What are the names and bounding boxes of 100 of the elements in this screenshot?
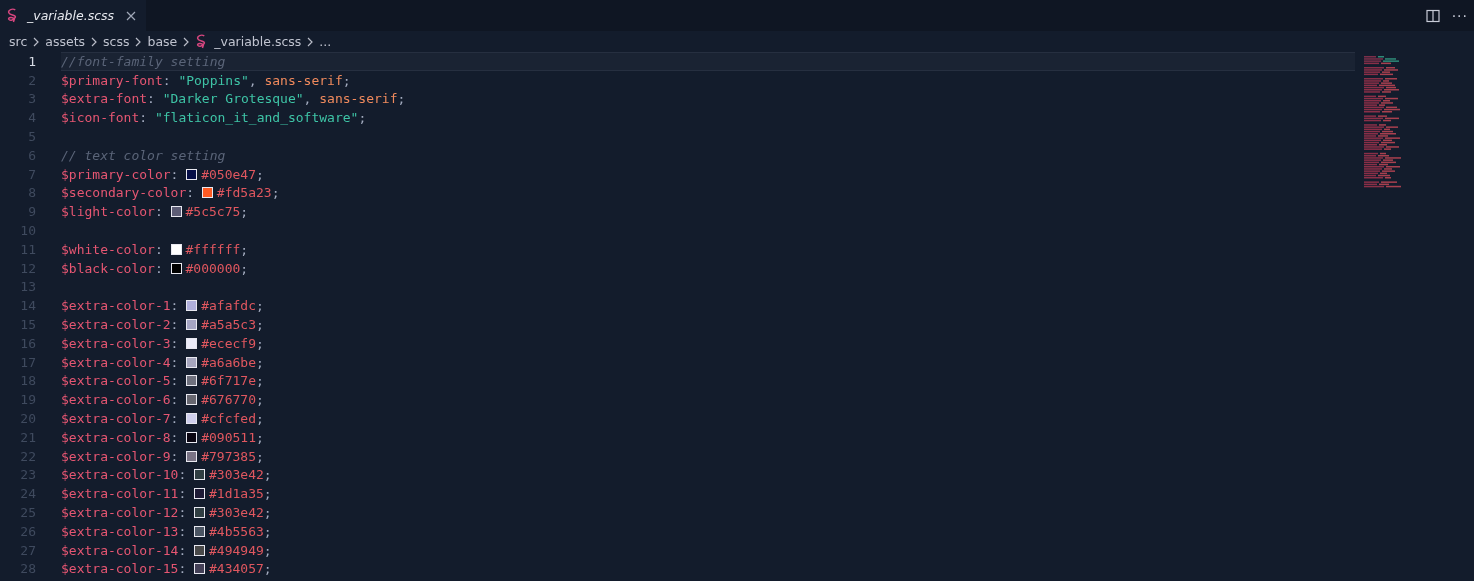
punctuation: ; [256,166,264,182]
punctuation: : [170,429,179,445]
string-value: "Darker Grotesque" [162,91,304,107]
variable-name: $light-color [61,204,155,220]
breadcrumb-item[interactable]: assets [45,34,86,49]
code-comment: // text color setting [61,147,226,163]
punctuation: : [186,185,195,201]
punctuation: : [170,411,179,427]
chevron-icon [135,36,142,47]
color-swatch[interactable] [186,413,198,425]
punctuation: : [154,241,163,257]
punctuation: : [154,204,163,220]
code-comment: //font-family setting [61,53,226,69]
color-swatch[interactable] [194,544,206,556]
punctuation: ; [263,561,272,577]
punctuation: ; [342,72,351,88]
punctuation: , [303,91,312,107]
color-swatch[interactable] [186,450,198,462]
punctuation: ; [256,392,264,408]
color-value: #cfcfed [201,411,256,427]
color-value: #a6a6be [201,354,256,370]
color-swatch[interactable] [186,375,198,387]
variable-name: $extra-color-1 [61,298,171,314]
color-swatch[interactable] [186,319,198,331]
font-keyword: sans-serif [319,91,398,107]
variable-name: $extra-color-7 [61,411,171,427]
variable-name: $extra-color-4 [61,354,171,370]
punctuation: : [170,448,179,464]
color-value: #090511 [201,429,256,445]
punctuation: ; [263,523,272,539]
variable-name: $extra-color-15 [61,561,179,577]
color-swatch[interactable] [170,243,182,255]
breadcrumb-item[interactable]: _variable.scss [214,34,302,49]
punctuation: ; [358,110,367,126]
variable-name: $primary-font [61,72,163,88]
color-value: #6f717e [201,373,256,389]
punctuation: ; [256,429,264,445]
variable-name: $extra-color-8 [61,429,171,445]
string-value: "Poppins" [178,72,249,88]
punctuation: : [178,505,187,520]
breadcrumb-item[interactable]: src [9,34,28,49]
color-value: #4b5563 [209,523,264,539]
variable-name: $extra-color-11 [61,486,179,502]
color-value: #000000 [185,260,241,276]
color-swatch[interactable] [170,262,182,274]
variable-name: $extra-font [61,91,148,107]
more-actions-button[interactable]: ··· [1451,7,1468,24]
punctuation: ; [263,542,272,558]
punctuation: : [147,91,155,107]
color-value: #ffffff [185,241,241,257]
color-value: #494949 [209,542,264,558]
color-swatch[interactable] [194,488,206,500]
punctuation: ; [240,260,249,276]
color-swatch[interactable] [186,394,198,406]
color-value: #434057 [209,561,264,577]
color-swatch[interactable] [186,356,198,368]
chevron-icon [91,36,98,47]
variable-name: $primary-color [61,166,171,182]
punctuation: ; [397,91,406,107]
breadcrumb-item[interactable]: base [147,34,178,49]
sass-icon [6,8,19,23]
variable-name: $extra-color-12 [61,505,179,520]
close-icon[interactable] [126,10,137,21]
color-swatch[interactable] [194,525,206,537]
punctuation: : [170,317,179,333]
punctuation: : [178,561,187,577]
color-value: #303e42 [209,505,264,520]
variable-name: $extra-color-14 [61,542,179,558]
chevron-icon [33,36,40,47]
breadcrumb-item[interactable]: ... [319,34,332,49]
color-swatch[interactable] [186,300,198,312]
punctuation: : [170,392,179,408]
line-number: 1 [27,53,36,69]
punctuation: ; [263,486,272,502]
punctuation: ; [240,204,249,220]
punctuation: ; [256,448,264,464]
variable-name: $extra-color-2 [61,317,171,333]
color-value: #1d1a35 [209,486,264,502]
editor-tab[interactable]: _variable.scss [0,0,147,31]
color-swatch[interactable] [186,168,198,180]
color-swatch[interactable] [201,187,213,199]
variable-name: $extra-color-10 [61,467,179,483]
chevron-icon [183,36,190,47]
color-value: #ececf9 [201,335,256,351]
punctuation: ; [256,335,264,351]
split-editor-icon[interactable] [1425,8,1440,23]
breadcrumb-item[interactable]: scss [103,34,130,49]
variable-name: $white-color [61,241,155,257]
punctuation: , [248,72,257,88]
color-swatch[interactable] [194,507,206,518]
punctuation: : [178,467,187,483]
color-swatch[interactable] [186,431,198,443]
color-swatch[interactable] [194,469,206,481]
color-swatch[interactable] [194,563,206,575]
color-swatch[interactable] [186,337,198,349]
variable-name: $extra-color-13 [61,523,179,539]
chevron-icon [307,36,314,47]
punctuation: : [170,335,179,351]
variable-name: $extra-color-5 [61,373,171,389]
color-swatch[interactable] [170,206,182,218]
